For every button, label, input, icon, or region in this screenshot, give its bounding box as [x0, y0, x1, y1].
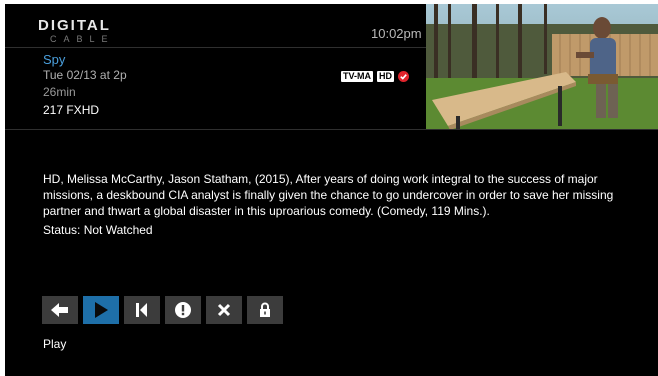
- watch-status: Status: Not Watched: [43, 223, 153, 237]
- digital-cable-logo: DIGITAL CABLE: [38, 18, 148, 48]
- back-button[interactable]: [42, 296, 78, 324]
- hd-badge: HD: [377, 70, 394, 82]
- skip-to-start-icon: [136, 303, 147, 317]
- alert-icon: [175, 302, 191, 318]
- program-duration: 26min: [43, 85, 76, 99]
- logo-top-text: DIGITAL: [38, 17, 111, 34]
- program-badges: TV-MA HD: [341, 69, 409, 83]
- logo-bottom-text: CABLE: [50, 34, 115, 44]
- lock-icon: [260, 302, 270, 317]
- arrow-left-icon: [51, 303, 68, 317]
- rating-badge: TV-MA: [341, 70, 373, 82]
- lock-button[interactable]: [247, 296, 283, 324]
- action-bar: [42, 296, 288, 324]
- restart-button[interactable]: [124, 296, 160, 324]
- play-button[interactable]: [83, 296, 119, 324]
- live-video-preview[interactable]: [426, 4, 658, 130]
- info-divider: [5, 129, 658, 130]
- delete-button[interactable]: [206, 296, 242, 324]
- checkmark-circle-icon: [398, 70, 409, 82]
- program-date: Tue 02/13 at 2p: [43, 68, 127, 82]
- guide-screen: DIGITAL CABLE 10:02pm Spy Tue 02/13 at 2…: [5, 4, 658, 376]
- focused-action-label: Play: [43, 337, 67, 351]
- program-title: Spy: [43, 52, 66, 67]
- program-description: HD, Melissa McCarthy, Jason Statham, (20…: [43, 172, 614, 218]
- delete-x-icon: [217, 303, 231, 317]
- play-icon: [95, 302, 108, 318]
- info-button[interactable]: [165, 296, 201, 324]
- header-divider: [5, 47, 426, 48]
- program-channel: 217 FXHD: [43, 103, 100, 117]
- clock: 10:02pm: [371, 26, 422, 41]
